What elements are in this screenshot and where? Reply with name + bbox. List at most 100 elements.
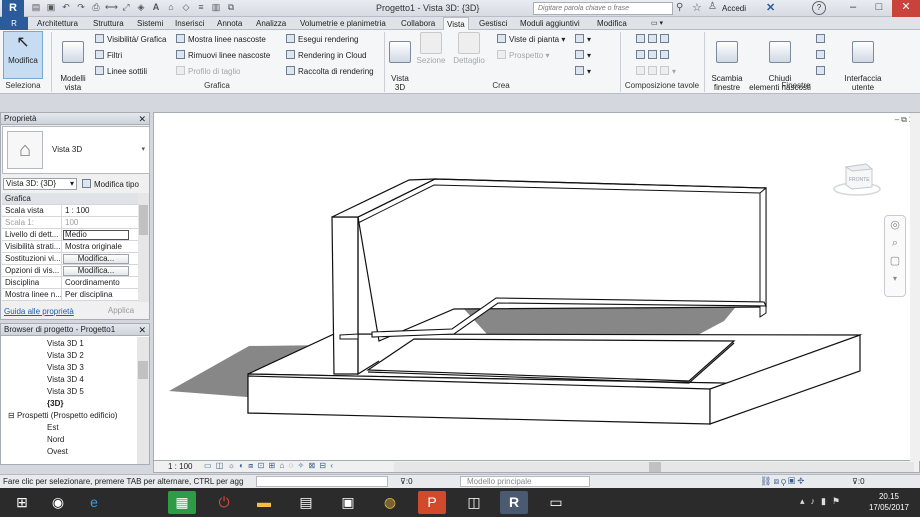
measure-icon[interactable]: ⟷: [105, 2, 118, 15]
property-value[interactable]: Coordinamento: [62, 277, 138, 288]
section-button[interactable]: Sezione: [415, 32, 447, 65]
elevation-button[interactable]: Prospetto ▾: [497, 50, 550, 60]
property-row[interactable]: Livello di dett... Medio: [2, 229, 138, 241]
3d-model-view[interactable]: [154, 113, 904, 462]
3d-view-icon[interactable]: ⌂: [165, 2, 177, 15]
instance-filter-dropdown[interactable]: Vista 3D: {3D} ▾: [3, 178, 77, 190]
tree-item[interactable]: ⊟ Prospetti (Prospetto edificio): [2, 410, 136, 422]
tree-item[interactable]: Vista 3D 3: [2, 362, 136, 374]
properties-scrollbar[interactable]: [138, 193, 149, 302]
tree-item[interactable]: Vista 3D 2: [2, 350, 136, 362]
tile-button[interactable]: [816, 66, 828, 76]
property-row[interactable]: Opzioni di vis... Modifica...: [2, 265, 138, 277]
thin-lines-button[interactable]: Linee sottili: [95, 66, 147, 76]
graphics-panel-label[interactable]: Grafica: [52, 81, 382, 90]
tree-item[interactable]: Vista 3D 4: [2, 374, 136, 386]
tab-modifica[interactable]: Modifica: [594, 17, 630, 30]
exchange-apps-icon[interactable]: ✕: [766, 1, 775, 14]
property-value[interactable]: Modifica...: [62, 265, 138, 276]
chevron-up-icon[interactable]: ▴: [800, 496, 811, 506]
media-player-icon[interactable]: ◉: [44, 491, 72, 514]
zoom-window-icon[interactable]: ▢: [885, 252, 905, 270]
sheet-button[interactable]: [636, 34, 672, 44]
section-icon[interactable]: ◇: [180, 2, 192, 15]
duplicate-view-button[interactable]: ▾: [575, 50, 591, 60]
flag-icon[interactable]: ⚑: [832, 496, 846, 506]
tab-sistemi[interactable]: Sistemi: [134, 17, 166, 30]
select-by-face-icon[interactable]: ▣: [788, 476, 797, 486]
tree-item[interactable]: Est: [2, 422, 136, 434]
modify-button[interactable]: ↖ Modifica: [3, 31, 43, 79]
viewcube[interactable]: FRONTE: [832, 159, 882, 197]
property-value[interactable]: Per disciplina: [62, 289, 138, 300]
replicate-button[interactable]: [816, 34, 828, 44]
filter-counter[interactable]: ⊽:0: [400, 477, 413, 486]
close-icon[interactable]: ✕: [892, 0, 920, 17]
tag-icon[interactable]: ◈: [135, 2, 147, 15]
selection-count[interactable]: ⊽:0: [852, 477, 865, 486]
tab-annota[interactable]: Annota: [214, 17, 245, 30]
temporary-hide-icon[interactable]: ◌: [289, 461, 295, 470]
sun-path-icon[interactable]: ☼: [228, 461, 236, 470]
property-row[interactable]: Visibilità strati... Mostra originale: [2, 241, 138, 253]
zoom-icon[interactable]: ⌕: [885, 234, 905, 252]
property-row[interactable]: Mostra linee n... Per disciplina: [2, 289, 138, 301]
drafting-view-button[interactable]: ▾: [575, 34, 591, 44]
close-hidden-icon[interactable]: ▥: [210, 2, 222, 15]
minimize-icon[interactable]: –: [840, 0, 866, 17]
thin-lines-icon[interactable]: ≡: [195, 2, 207, 15]
file-tab[interactable]: R: [0, 17, 28, 30]
window-app-icon[interactable]: ▭: [542, 491, 570, 514]
place-view-button[interactable]: [636, 50, 672, 60]
photo-viewer-icon[interactable]: ▣: [334, 491, 362, 514]
help-button[interactable]: ?: [812, 1, 826, 15]
tab-architettura[interactable]: Architettura: [34, 17, 81, 30]
callout-button[interactable]: Dettaglio: [450, 32, 488, 65]
analytical-model-icon[interactable]: ⊠: [308, 461, 316, 470]
vertical-scrollbar[interactable]: [910, 113, 920, 462]
maximize-icon[interactable]: □: [866, 0, 892, 17]
store-icon[interactable]: ▦: [168, 491, 196, 514]
lock-3d-icon[interactable]: ⌂: [279, 461, 285, 470]
property-row[interactable]: Disciplina Coordinamento: [2, 277, 138, 289]
redo-icon[interactable]: ↷: [75, 2, 87, 15]
drag-elements-icon[interactable]: ✥: [797, 476, 806, 486]
rendering-dialog-icon[interactable]: ⧈: [248, 461, 254, 470]
revit-icon[interactable]: R: [500, 491, 528, 514]
viewcube-face-label[interactable]: FRONTE: [849, 177, 870, 183]
clock[interactable]: 20.15 17/05/2017: [864, 491, 914, 513]
tab-moduli[interactable]: Moduli aggiuntivi: [517, 17, 583, 30]
property-category[interactable]: Grafica: [2, 193, 138, 205]
file-explorer-icon[interactable]: ▬: [250, 491, 278, 514]
app-icon[interactable]: ◫: [460, 491, 488, 514]
chevron-down-icon[interactable]: ▾: [885, 270, 905, 288]
windows-start-icon[interactable]: ⊞: [8, 491, 36, 514]
text-icon[interactable]: A: [150, 2, 162, 15]
user-icon[interactable]: ♙: [708, 1, 717, 12]
property-value[interactable]: 1 : 100: [62, 205, 138, 216]
chevron-down-icon[interactable]: ▾: [141, 145, 145, 153]
close-icon[interactable]: ✕: [138, 324, 146, 336]
property-value[interactable]: Modifica...: [62, 253, 138, 264]
search-input[interactable]: Digitare parola chiave o frase: [533, 2, 673, 15]
tab-analizza[interactable]: Analizza: [253, 17, 289, 30]
select-pinned-icon[interactable]: ⚲: [781, 476, 788, 486]
steering-wheel-icon[interactable]: ◎: [885, 216, 905, 234]
render-gallery-button[interactable]: Raccolta di rendering: [286, 66, 374, 76]
edit-button[interactable]: Modifica...: [63, 254, 129, 264]
tree-item[interactable]: {3D}: [2, 398, 136, 410]
show-crop-icon[interactable]: ⊞: [269, 461, 277, 470]
save-icon[interactable]: ▣: [45, 2, 57, 15]
tree-item[interactable]: Vista 3D 5: [2, 386, 136, 398]
render-button[interactable]: Esegui rendering: [286, 34, 358, 44]
remove-hidden-lines-button[interactable]: Rimuovi linee nascoste: [176, 50, 270, 60]
tab-volumetrie[interactable]: Volumetrie e planimetria: [297, 17, 389, 30]
visibility-graphics-button[interactable]: Visibilità/ Grafica: [95, 34, 166, 44]
property-value[interactable]: Mostra originale: [62, 241, 138, 252]
reveal-hidden-icon[interactable]: ✧: [298, 461, 306, 470]
open-icon[interactable]: ▤: [30, 2, 42, 15]
tree-item[interactable]: Nord: [2, 434, 136, 446]
dimension-icon[interactable]: ⤢: [120, 2, 132, 15]
tab-overflow-button[interactable]: ▭ ▾: [648, 17, 666, 30]
horizontal-scrollbar[interactable]: [394, 462, 914, 472]
